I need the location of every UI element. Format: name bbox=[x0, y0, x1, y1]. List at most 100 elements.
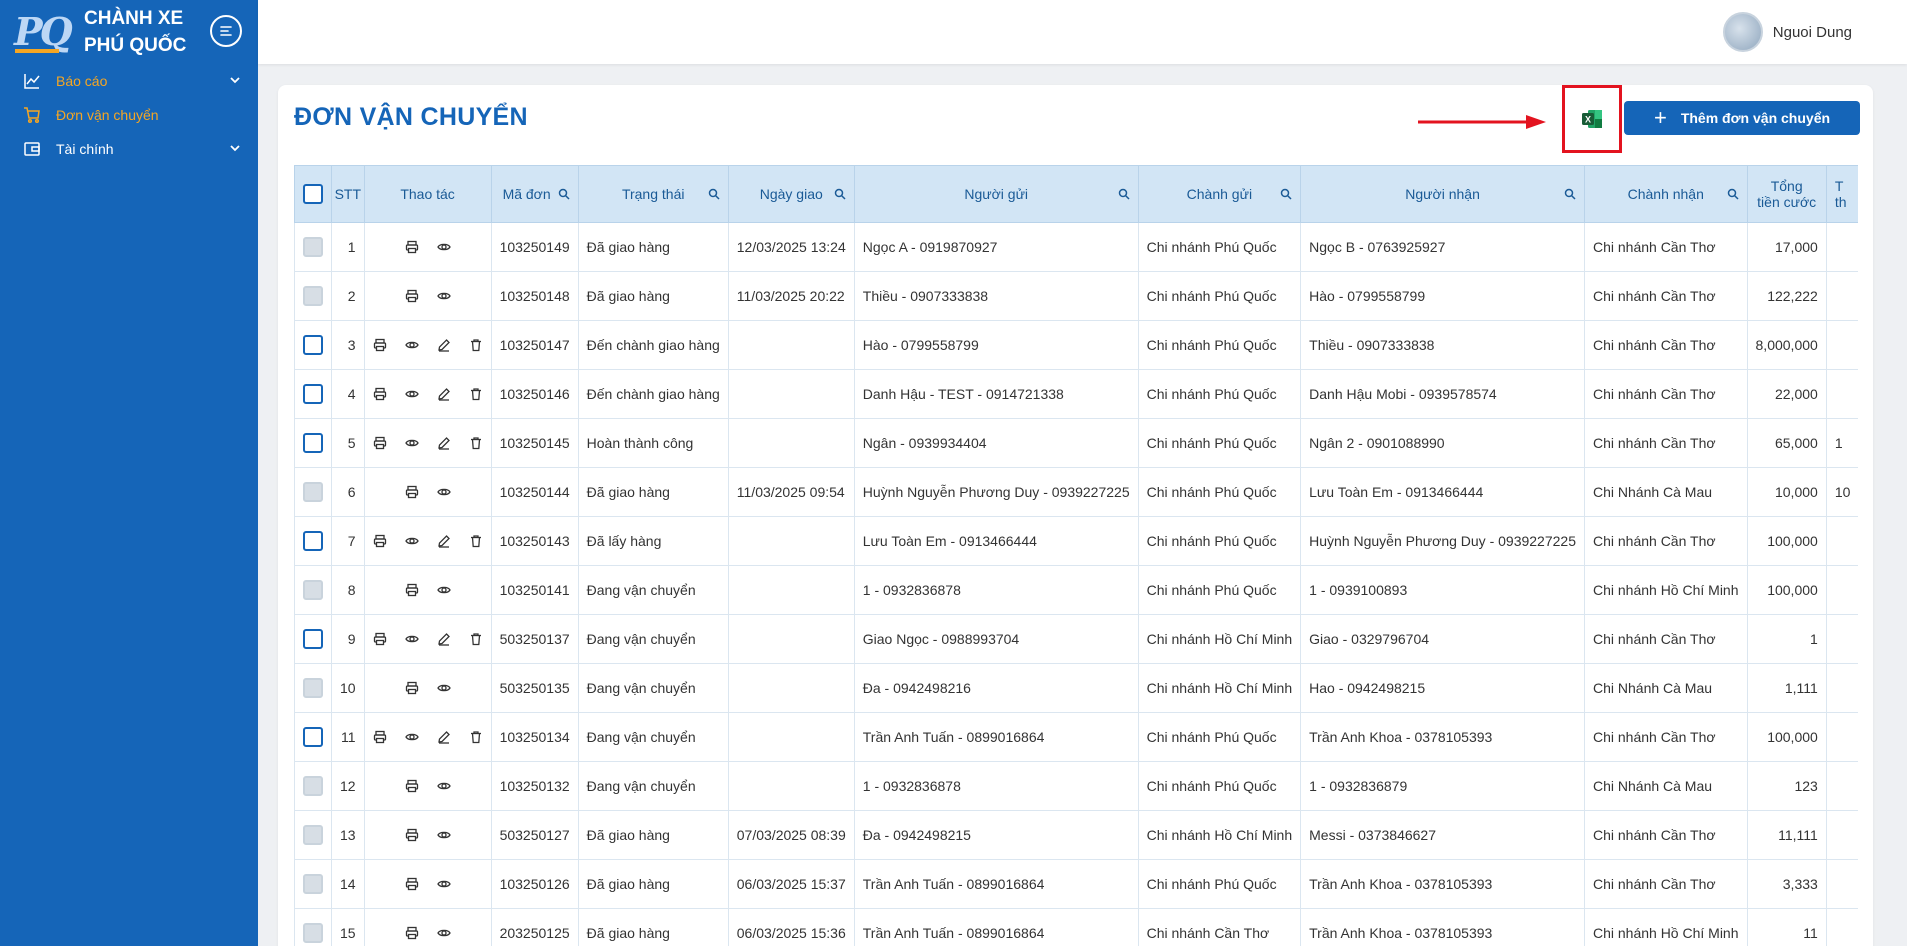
header-send-branch[interactable]: Chành gửi bbox=[1137, 165, 1302, 223]
cell-date bbox=[727, 516, 855, 566]
delete-icon[interactable] bbox=[469, 534, 483, 548]
header-delivery-date[interactable]: Ngày giao bbox=[727, 165, 855, 223]
view-icon[interactable] bbox=[404, 632, 419, 646]
view-icon[interactable] bbox=[436, 877, 451, 891]
cell-total: 11 bbox=[1746, 908, 1827, 946]
row-checkbox[interactable] bbox=[303, 335, 323, 355]
table-row: 10 503250135 Đang vận chuyển Đa - 094249821… bbox=[294, 663, 1858, 713]
view-icon[interactable] bbox=[404, 534, 419, 548]
view-icon[interactable] bbox=[436, 828, 451, 842]
print-icon[interactable] bbox=[405, 681, 419, 695]
table-row: 5 103250145 Hoàn thành công Ngân - 09399344… bbox=[294, 418, 1858, 468]
cell-send-branch: Chi nhánh Hồ Chí Minh bbox=[1137, 614, 1302, 664]
row-checkbox[interactable] bbox=[303, 384, 323, 404]
print-icon[interactable] bbox=[373, 338, 387, 352]
search-icon[interactable] bbox=[1727, 188, 1739, 200]
print-icon[interactable] bbox=[405, 240, 419, 254]
row-select-cell bbox=[294, 908, 332, 946]
print-icon[interactable] bbox=[405, 828, 419, 842]
search-icon[interactable] bbox=[1280, 188, 1292, 200]
cell-receiver: 1 - 0932836879 bbox=[1300, 761, 1585, 811]
search-icon[interactable] bbox=[1564, 188, 1576, 200]
cell-code: 103250141 bbox=[490, 565, 579, 615]
print-icon[interactable] bbox=[405, 877, 419, 891]
table-row: 8 103250141 Đang vận chuyển 1 - 0932836878 C… bbox=[294, 565, 1858, 615]
sidebar-item-tai-chinh[interactable]: Tài chính bbox=[0, 132, 258, 166]
cell-sender: Hào - 0799558799 bbox=[853, 320, 1139, 370]
print-icon[interactable] bbox=[373, 436, 387, 450]
search-icon[interactable] bbox=[834, 188, 846, 200]
row-checkbox[interactable] bbox=[303, 531, 323, 551]
topbar: Nguoi Dung bbox=[258, 0, 1907, 64]
cell-status: Đã lấy hàng bbox=[577, 516, 729, 566]
edit-icon[interactable] bbox=[437, 534, 451, 548]
select-all-checkbox[interactable] bbox=[303, 184, 323, 204]
print-icon[interactable] bbox=[373, 730, 387, 744]
view-icon[interactable] bbox=[436, 926, 451, 940]
header-sender[interactable]: Người gửi bbox=[853, 165, 1139, 223]
row-select-cell bbox=[294, 467, 332, 517]
view-icon[interactable] bbox=[436, 583, 451, 597]
print-icon[interactable] bbox=[405, 289, 419, 303]
view-icon[interactable] bbox=[436, 240, 451, 254]
print-icon[interactable] bbox=[405, 779, 419, 793]
delete-icon[interactable] bbox=[469, 632, 483, 646]
user-menu[interactable]: Nguoi Dung bbox=[1722, 12, 1852, 52]
edit-icon[interactable] bbox=[437, 436, 451, 450]
print-icon[interactable] bbox=[373, 534, 387, 548]
header-status[interactable]: Trạng thái bbox=[577, 165, 729, 223]
avatar[interactable] bbox=[1722, 12, 1763, 52]
delete-icon[interactable] bbox=[469, 338, 483, 352]
search-icon[interactable] bbox=[1118, 188, 1130, 200]
cell-total: 100,000 bbox=[1746, 712, 1827, 762]
view-icon[interactable] bbox=[436, 485, 451, 499]
menu-toggle-button[interactable] bbox=[210, 15, 242, 47]
row-select-cell bbox=[294, 663, 332, 713]
edit-icon[interactable] bbox=[437, 632, 451, 646]
search-icon[interactable] bbox=[558, 188, 570, 200]
cell-receiver: Trần Anh Khoa - 0378105393 bbox=[1300, 859, 1585, 909]
print-icon[interactable] bbox=[373, 632, 387, 646]
cell-stt: 7 bbox=[331, 516, 365, 566]
view-icon[interactable] bbox=[436, 779, 451, 793]
row-checkbox[interactable] bbox=[303, 727, 323, 747]
header-receiver[interactable]: Người nhận bbox=[1300, 165, 1585, 223]
cell-receiver: Trần Anh Khoa - 0378105393 bbox=[1300, 908, 1585, 946]
delete-icon[interactable] bbox=[469, 436, 483, 450]
delete-icon[interactable] bbox=[469, 387, 483, 401]
view-icon[interactable] bbox=[404, 387, 419, 401]
print-icon[interactable] bbox=[405, 583, 419, 597]
cell-send-branch: Chi nhánh Phú Quốc bbox=[1137, 467, 1302, 517]
cell-date bbox=[727, 418, 855, 468]
view-icon[interactable] bbox=[404, 730, 419, 744]
cell-code: 103250148 bbox=[490, 271, 579, 321]
row-select-cell bbox=[294, 565, 332, 615]
edit-icon[interactable] bbox=[437, 730, 451, 744]
print-icon[interactable] bbox=[373, 387, 387, 401]
header-recv-branch[interactable]: Chành nhận bbox=[1583, 165, 1748, 223]
row-checkbox[interactable] bbox=[303, 629, 323, 649]
cell-stt: 10 bbox=[331, 663, 365, 713]
print-icon[interactable] bbox=[405, 926, 419, 940]
header-total: Tổng tiền cước bbox=[1746, 165, 1827, 223]
view-icon[interactable] bbox=[436, 681, 451, 695]
edit-icon[interactable] bbox=[437, 338, 451, 352]
sidebar-item-bao-cao[interactable]: Báo cáo bbox=[0, 64, 258, 98]
row-checkbox[interactable] bbox=[303, 433, 323, 453]
print-icon[interactable] bbox=[405, 485, 419, 499]
add-shipment-label: Thêm đơn vận chuyển bbox=[1680, 110, 1831, 126]
view-icon[interactable] bbox=[404, 338, 419, 352]
add-shipment-button[interactable]: + Thêm đơn vận chuyển bbox=[1624, 101, 1860, 135]
header-total-line-1: Tổng bbox=[1770, 178, 1803, 194]
cell-date bbox=[727, 565, 855, 615]
row-select-cell bbox=[294, 418, 332, 468]
edit-icon[interactable] bbox=[437, 387, 451, 401]
view-icon[interactable] bbox=[436, 289, 451, 303]
delete-icon[interactable] bbox=[469, 730, 483, 744]
brand-logo: PQ bbox=[12, 7, 73, 57]
export-excel-button[interactable]: X bbox=[1579, 106, 1605, 132]
sidebar-item-don-van-chuyen[interactable]: Đơn vận chuyển bbox=[0, 98, 258, 132]
header-code[interactable]: Mã đơn bbox=[490, 165, 579, 223]
search-icon[interactable] bbox=[708, 188, 720, 200]
view-icon[interactable] bbox=[404, 436, 419, 450]
